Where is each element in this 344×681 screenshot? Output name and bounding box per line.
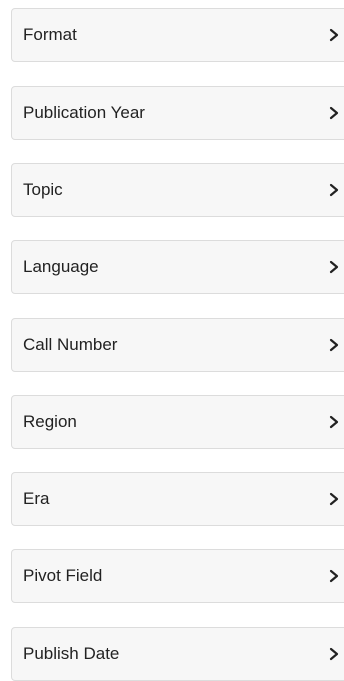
facet-label: Region (23, 412, 77, 431)
facet-label: Format (23, 25, 77, 44)
facet-pivot-field[interactable]: Pivot Field (11, 549, 344, 603)
facet-call-number[interactable]: Call Number (11, 318, 344, 372)
chevron-right-icon (328, 105, 340, 121)
facet-label: Era (23, 489, 50, 508)
facet-topic[interactable]: Topic (11, 163, 344, 217)
chevron-right-icon (328, 414, 340, 430)
chevron-right-icon (328, 646, 340, 662)
facet-list: Format Publication Year Topic Language C… (0, 0, 344, 681)
facet-era[interactable]: Era (11, 472, 344, 526)
chevron-right-icon (328, 182, 340, 198)
facet-label: Publish Date (23, 644, 120, 663)
facet-region[interactable]: Region (11, 395, 344, 449)
facet-language[interactable]: Language (11, 240, 344, 294)
facet-format[interactable]: Format (11, 8, 344, 62)
facet-publish-date[interactable]: Publish Date (11, 627, 344, 681)
chevron-right-icon (328, 568, 340, 584)
facet-label: Topic (23, 180, 63, 199)
facet-label: Language (23, 257, 99, 276)
chevron-right-icon (328, 337, 340, 353)
chevron-right-icon (328, 27, 340, 43)
facet-label: Pivot Field (23, 566, 103, 585)
chevron-right-icon (328, 491, 340, 507)
facet-label: Call Number (23, 335, 118, 354)
chevron-right-icon (328, 259, 340, 275)
facet-publication-year[interactable]: Publication Year (11, 86, 344, 140)
facet-label: Publication Year (23, 103, 145, 122)
